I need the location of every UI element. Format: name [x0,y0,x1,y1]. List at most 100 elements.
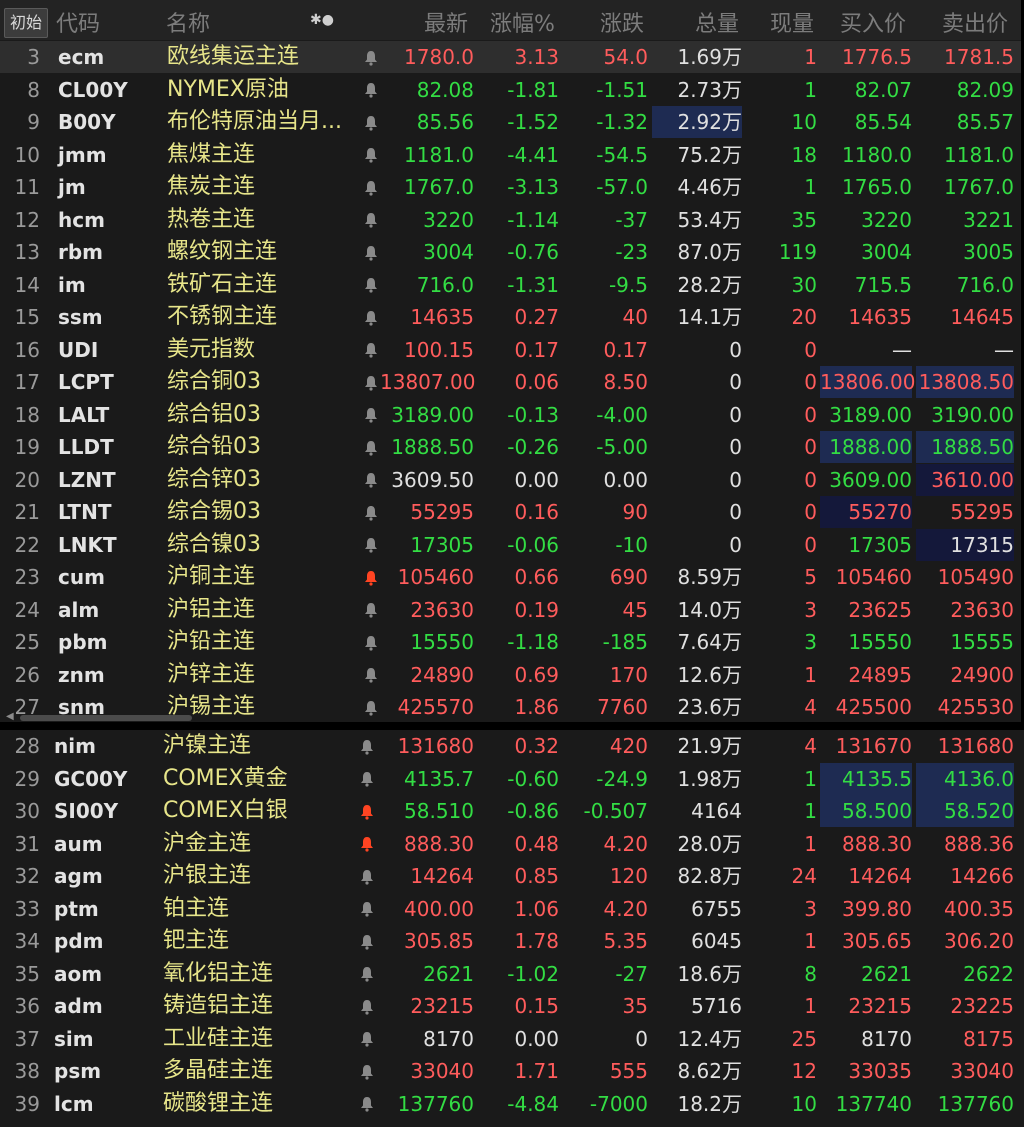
row-bid: 3004 [861,240,912,264]
bell-icon[interactable] [359,795,375,827]
bell-icon[interactable] [359,893,375,925]
table-row[interactable]: 36 adm 铸造铝主连 23215 0.15 35 5716 1 23215 23225 [0,990,1024,1022]
row-current-volume: 1 [804,45,817,69]
bell-icon[interactable] [359,1023,375,1055]
bell-icon[interactable] [359,925,375,957]
bell-icon[interactable] [363,529,379,561]
bell-icon[interactable] [359,828,375,860]
table-row[interactable]: 30 SI00Y COMEX白银 58.510 -0.86 -0.507 4164 1 58.5… [0,795,1024,827]
bell-icon[interactable] [363,464,379,496]
row-name: 沪镍主连 [163,733,252,758]
bell-icon[interactable] [363,204,379,236]
table-row[interactable]: 26 znm 沪锌主连 24890 0.69 170 12.6万 1 24895 24900 [0,659,1021,691]
row-index: 22 [14,532,40,557]
bell-icon[interactable] [359,763,375,795]
table-row[interactable]: 15 ssm 不锈钢主连 14635 0.27 40 14.1万 20 14635 14645 [0,301,1021,333]
row-last-price: 14635 [410,305,474,329]
init-button[interactable]: 初始 [4,8,48,38]
bell-icon[interactable] [363,659,379,691]
bell-icon[interactable] [359,1055,375,1087]
table-row[interactable]: 21 LTNT 综合锡03 55295 0.16 90 0 0 55270 55295 [0,496,1021,528]
bell-icon[interactable] [363,691,379,722]
bell-icon[interactable] [363,626,379,658]
row-name: 沪铜主连 [167,564,256,589]
bell-icon[interactable] [363,334,379,366]
bell-icon[interactable] [363,139,379,171]
bell-icon[interactable] [359,1088,375,1120]
table-row[interactable]: 14 im 铁矿石主连 716.0 -1.31 -9.5 28.2万 30 715.5 716.0 [0,269,1021,301]
bell-icon[interactable] [363,41,379,73]
table-row[interactable]: 23 cum 沪铜主连 105460 0.66 690 8.59万 5 105460 105490 [0,561,1021,593]
bell-icon[interactable] [363,561,379,593]
header-name[interactable]: 名称 [166,6,210,38]
bell-icon[interactable] [363,399,379,431]
table-row[interactable]: 29 GC00Y COMEX黄金 4135.7 -0.60 -24.9 1.98万 1 4135… [0,762,1024,795]
row-current-volume: 25 [791,1026,817,1051]
table-row[interactable]: 20 LZNT 综合锌03 3609.50 0.00 0.00 0 0 3609.00 3610.… [0,463,1021,496]
bell-icon[interactable] [363,236,379,268]
row-name: 沪铅主连 [167,629,256,654]
row-index: 20 [14,467,40,492]
bell-icon[interactable] [359,990,375,1022]
table-row[interactable]: 38 psm 多晶硅主连 33040 1.71 555 8.62万 12 33035 33040 [0,1055,1024,1087]
header-volume[interactable]: 总量 [695,6,739,38]
header-pct[interactable]: 涨幅% [490,6,555,38]
bell-icon[interactable] [363,496,379,528]
bell-icon[interactable] [363,301,379,333]
bell-icon[interactable] [363,269,379,301]
table-row[interactable]: 35 aom 氧化铝主连 2621 -1.02 -27 18.6万 8 2621 2622 [0,958,1024,990]
table-row[interactable]: 32 agm 沪银主连 14264 0.85 120 82.8万 24 14264 14266 [0,860,1024,892]
row-change: 690 [609,565,648,589]
header-ask[interactable]: 卖出价 [942,6,1008,38]
table-row[interactable]: 10 jmm 焦煤主连 1181.0 -4.41 -54.5 75.2万 18 1180.0 11… [0,139,1021,171]
table-row[interactable]: 24 alm 沪铝主连 23630 0.19 45 14.0万 3 23625 23630 [0,594,1021,626]
bell-icon[interactable] [363,594,379,626]
row-name: 综合铜03 [167,369,261,394]
table-row[interactable]: 8 CL00Y NYMEX原油 82.08 -1.81 -1.51 2.73万 1 82.07 8… [0,74,1021,106]
table-row[interactable]: 37 sim 工业硅主连 8170 0.00 0 12.4万 25 8170 8175 [0,1023,1024,1055]
table-row[interactable]: 18 LALT 综合铝03 3189.00 -0.13 -4.00 0 0 3189.00 319… [0,399,1021,431]
table-row[interactable]: 34 pdm 钯主连 305.85 1.78 5.35 6045 1 305.65 306.20 [0,925,1024,957]
table-row[interactable]: 33 ptm 铂主连 400.00 1.06 4.20 6755 3 399.80 400.35 [0,893,1024,925]
bell-icon[interactable] [363,366,379,398]
header-cur-volume[interactable]: 现量 [770,6,814,38]
bell-icon[interactable] [359,860,375,892]
bell-icon[interactable] [359,730,375,762]
row-name: 综合锌03 [167,466,261,492]
header-change[interactable]: 涨跌 [600,6,644,38]
table-row[interactable]: 25 pbm 沪铅主连 15550 -1.18 -185 7.64万 3 15550 15555 [0,626,1021,658]
horizontal-scrollbar[interactable] [20,715,192,721]
table-row[interactable]: 3 ecm 欧线集运主连 1780.0 3.13 54.0 1.69万 1 1776.5 1781… [0,41,1021,73]
header-last[interactable]: 最新 [424,6,468,38]
row-name: 不锈钢主连 [167,304,278,329]
row-change: -23 [615,240,648,264]
table-row[interactable]: 28 nim 沪镍主连 131680 0.32 420 21.9万 4 131670 131680 [0,730,1024,762]
row-change-pct: 0.16 [514,500,559,524]
bell-icon[interactable] [363,431,379,463]
scroll-left-icon[interactable]: ◀ [6,711,14,722]
row-code: pdm [54,929,104,953]
row-change: 120 [609,864,648,888]
table-row[interactable]: 12 hcm 热卷主连 3220 -1.14 -37 53.4万 35 3220 3221 [0,204,1021,236]
row-last-price: 888.30 [404,831,474,856]
bell-icon[interactable] [363,74,379,106]
table-row[interactable]: 39 lcm 碳酸锂主连 137760 -4.84 -7000 18.2万 10 137740 1… [0,1088,1024,1120]
column-settings-icon[interactable]: ✱● [310,12,334,28]
table-row[interactable]: 22 LNKT 综合镍03 17305 -0.06 -10 0 0 17305 17315 [0,528,1021,561]
table-row[interactable]: 19 LLDT 综合铅03 1888.50 -0.26 -5.00 0 0 1888.00 188… [0,431,1021,463]
header-bid[interactable]: 买入价 [840,6,906,38]
row-volume: 21.9万 [677,734,742,758]
row-ask: 82.09 [956,77,1014,102]
header-code[interactable]: 代码 [56,6,100,38]
row-ask: 2622 [963,961,1014,986]
table-row[interactable]: 9 B00Y 布伦特原油当月... 85.56 -1.52 -1.32 2.92万 10 85.… [0,106,1021,138]
bell-icon[interactable] [363,106,379,138]
table-row[interactable]: 11 jm 焦炭主连 1767.0 -3.13 -57.0 4.46万 1 1765.0 1767… [0,171,1021,203]
table-row[interactable]: 16 UDI 美元指数 100.15 0.17 0.17 0 0 — — [0,334,1021,366]
table-row[interactable]: 13 rbm 螺纹钢主连 3004 -0.76 -23 87.0万 119 3004 3005 [0,236,1021,268]
row-index: 29 [14,766,40,791]
bell-icon[interactable] [359,958,375,990]
table-row[interactable]: 17 LCPT 综合铜03 13807.00 0.06 8.50 0 0 13806.00 138… [0,366,1021,398]
table-row[interactable]: 31 aum 沪金主连 888.30 0.48 4.20 28.0万 1 888.30 888.3… [0,828,1024,860]
bell-icon[interactable] [363,171,379,203]
